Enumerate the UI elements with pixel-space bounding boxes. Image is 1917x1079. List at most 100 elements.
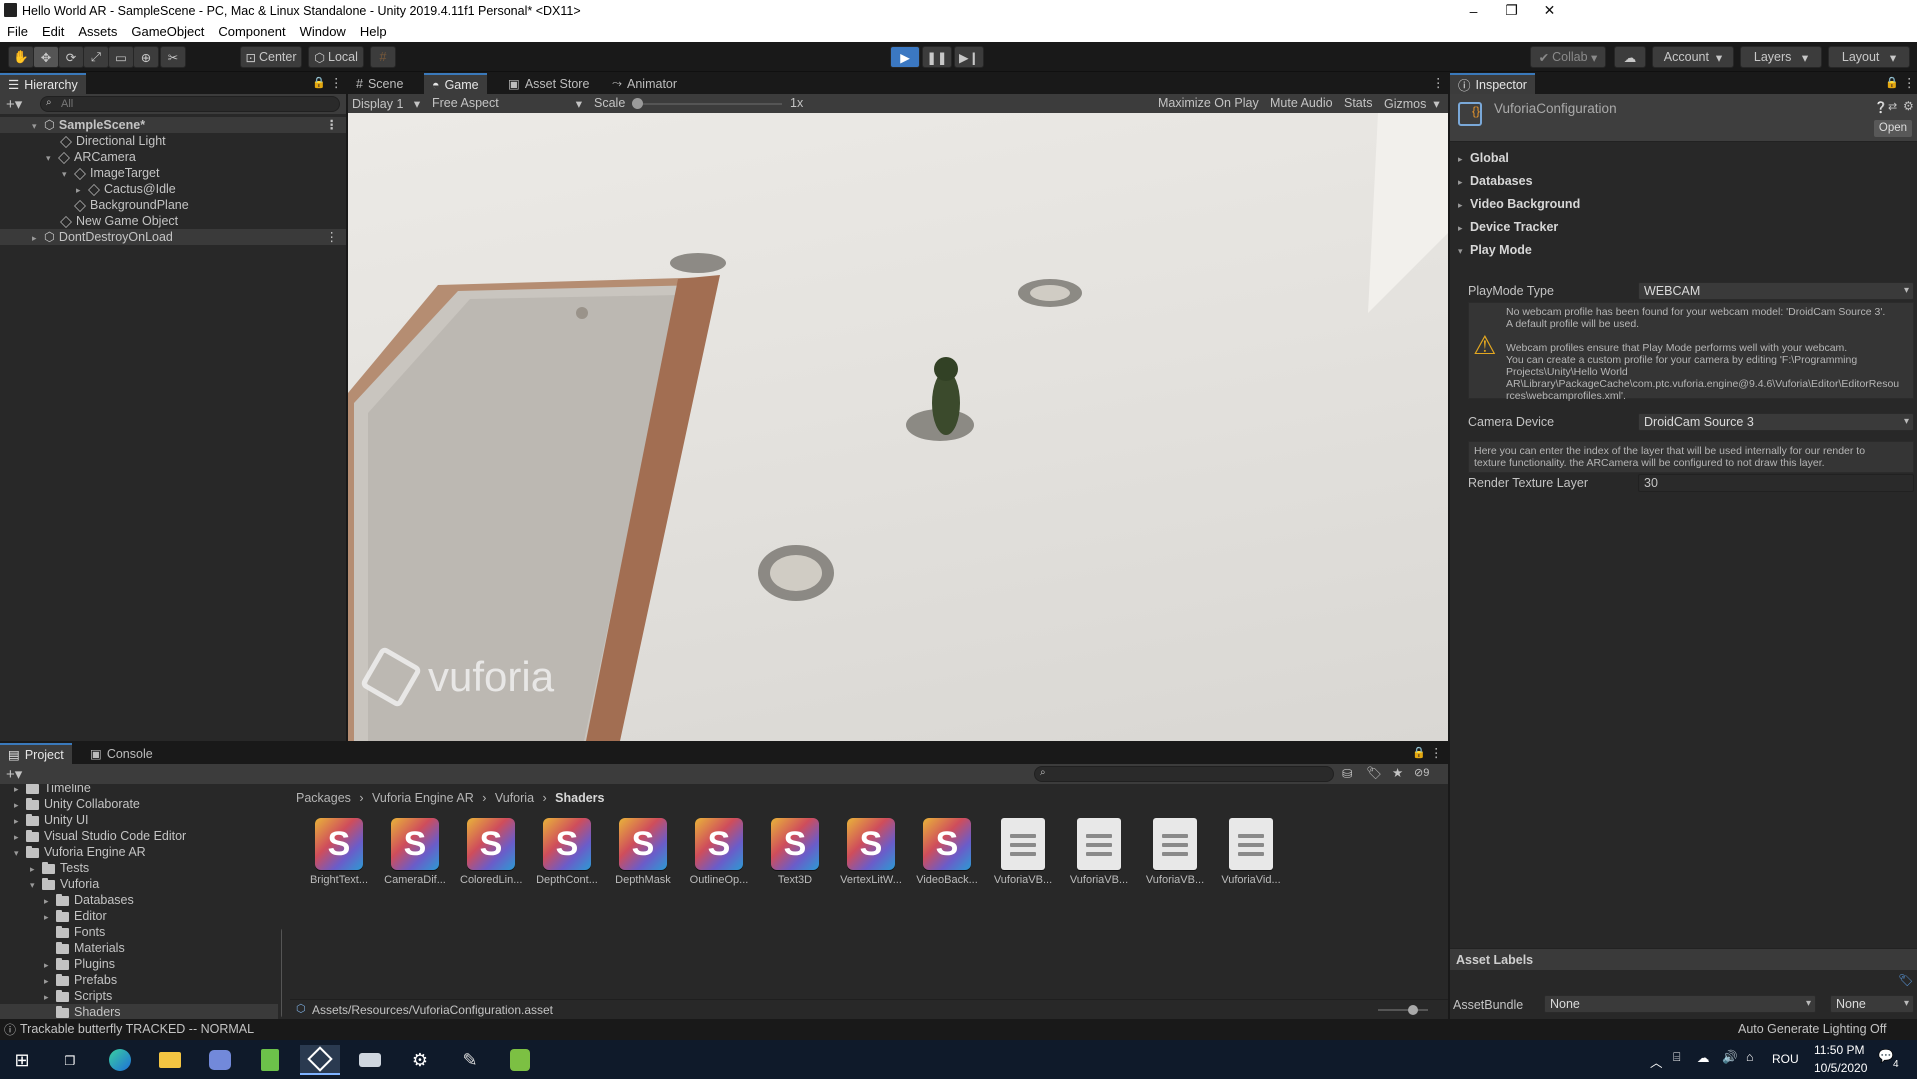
playmode-type-dropdown[interactable]: WEBCAM	[1638, 282, 1914, 300]
rotate-tool-icon[interactable]: ⟳	[58, 46, 84, 68]
gizmos-dropdown[interactable]: Gizmos ▾	[1384, 96, 1440, 111]
settings-icon[interactable]: ⚙	[1903, 99, 1914, 113]
favorite-icon[interactable]: ★	[1392, 765, 1403, 780]
asset-vertexlitw[interactable]: S VertexLitW...	[840, 818, 902, 886]
lock-icon[interactable]: 🔒	[312, 76, 326, 89]
menu-edit[interactable]: Edit	[35, 24, 71, 39]
tag-icon[interactable]: 🏷	[1898, 973, 1913, 987]
tab-game[interactable]: ◓ Game	[424, 73, 487, 94]
layers-button[interactable]: Layers ▾	[1740, 46, 1822, 68]
hierarchy-search-input[interactable]: ⌕ All	[40, 96, 340, 112]
scale-slider[interactable]	[632, 98, 782, 109]
breadcrumb-shaders[interactable]: Shaders	[555, 791, 604, 805]
add-icon[interactable]: +▾	[6, 765, 22, 783]
move-tool-icon[interactable]: ✥	[33, 46, 59, 68]
assetbundle-variant-dropdown[interactable]: None	[1830, 995, 1914, 1013]
breadcrumb-vuforia[interactable]: Vuforia	[495, 791, 534, 805]
volume-icon[interactable]: 🔊	[1722, 1050, 1738, 1065]
step-button[interactable]: ▶❙	[954, 46, 984, 68]
custom-tool-icon[interactable]: ✂	[160, 46, 186, 68]
rect-tool-icon[interactable]: ▭	[108, 46, 134, 68]
section-play-mode[interactable]: ▾ Play Mode	[1458, 243, 1532, 257]
tree-item-databases[interactable]: ▸ Databases	[44, 892, 134, 908]
asset-videoback[interactable]: S VideoBack...	[916, 818, 978, 886]
discord-icon[interactable]	[200, 1045, 240, 1075]
account-button[interactable]: Account ▾	[1652, 46, 1734, 68]
tree-item-vuforia-engine-ar[interactable]: ▾ Vuforia Engine AR	[14, 844, 146, 860]
language-indicator[interactable]: ROU	[1772, 1052, 1799, 1066]
pivot-center-button[interactable]: ⊡ Center	[240, 46, 302, 68]
hierarchy-item-cactus[interactable]: ▸ Cactus@Idle	[76, 181, 176, 197]
edge-icon[interactable]	[100, 1045, 140, 1075]
aspect-dropdown[interactable]: Free Aspect ▾	[432, 96, 582, 111]
close-button[interactable]: ✕	[1527, 0, 1572, 21]
section-databases[interactable]: ▸ Databases	[1458, 174, 1533, 188]
open-button[interactable]: Open	[1874, 120, 1912, 137]
stats-toggle[interactable]: Stats	[1344, 96, 1373, 110]
transform-tool-icon[interactable]: ⊕	[133, 46, 159, 68]
icon-size-slider[interactable]	[1378, 1005, 1428, 1015]
tree-item-unity-collaborate[interactable]: ▸ Unity Collaborate	[14, 796, 140, 812]
menu-window[interactable]: Window	[293, 24, 353, 39]
lock-icon[interactable]: 🔒	[1885, 76, 1899, 89]
tab-project[interactable]: ▤ Project	[0, 743, 72, 764]
play-button[interactable]: ▶	[890, 46, 920, 68]
camera-device-dropdown[interactable]: DroidCam Source 3	[1638, 413, 1914, 431]
project-search-input[interactable]: ⌕	[1034, 766, 1334, 782]
game-view[interactable]: vuforia	[348, 113, 1448, 741]
tab-hierarchy[interactable]: ☰ Hierarchy	[0, 73, 86, 94]
tree-item-materials[interactable]: Materials	[56, 940, 125, 956]
asset-brighttext[interactable]: S BrightText...	[308, 818, 370, 886]
windows-start-icon[interactable]: ⊞	[2, 1045, 42, 1075]
mute-audio-toggle[interactable]: Mute Audio	[1270, 96, 1333, 110]
asset-depthcont[interactable]: S DepthCont...	[536, 818, 598, 886]
tree-item-timeline[interactable]: ▸ Timeline	[14, 784, 91, 796]
scale-tool-icon[interactable]: ⤢	[83, 46, 109, 68]
notification-icon[interactable]: 💬	[1878, 1049, 1894, 1064]
asset-text3d[interactable]: S Text3D	[764, 818, 826, 886]
tree-scrollbar[interactable]	[280, 788, 282, 1018]
asset-coloredlin[interactable]: S ColoredLin...	[460, 818, 522, 886]
layout-button[interactable]: Layout ▾	[1828, 46, 1910, 68]
slider-thumb[interactable]	[1408, 1005, 1418, 1015]
tab-console[interactable]: ▣ Console	[82, 743, 161, 764]
tree-item-scripts[interactable]: ▸ Scripts	[44, 988, 112, 1004]
status-message[interactable]: Trackable butterfly TRACKED -- NORMAL	[20, 1022, 254, 1036]
help-icon[interactable]: ❔	[1874, 101, 1888, 114]
slider-thumb[interactable]	[632, 98, 643, 109]
asset-vuforiavb-1[interactable]: VuforiaVB...	[992, 818, 1054, 886]
menu-assets[interactable]: Assets	[71, 24, 124, 39]
unity-taskbar-icon[interactable]	[300, 1045, 340, 1075]
unity-hub-icon[interactable]	[350, 1045, 390, 1075]
hierarchy-item-samplescene[interactable]: ▾ ⬡ SampleScene* ⋮	[0, 117, 346, 133]
maximize-on-play-toggle[interactable]: Maximize On Play	[1158, 96, 1259, 110]
hierarchy-item-dontdestroyonload[interactable]: ▸ ⬡ DontDestroyOnLoad ⋮	[0, 229, 346, 245]
hand-tool-icon[interactable]: ✋	[8, 46, 34, 68]
wifi-icon[interactable]: ⌂	[1746, 1050, 1754, 1064]
grid-snap-icon[interactable]: #	[370, 46, 396, 68]
preset-icon[interactable]: ⇄	[1888, 100, 1897, 113]
hierarchy-item-backgroundplane[interactable]: BackgroundPlane	[74, 197, 189, 213]
clock-time[interactable]: 11:50 PM	[1814, 1043, 1864, 1057]
section-global[interactable]: ▸ Global	[1458, 151, 1509, 165]
clock-date[interactable]: 10/5/2020	[1814, 1061, 1867, 1075]
hierarchy-item-directional-light[interactable]: Directional Light	[60, 133, 166, 149]
kebab-menu-icon[interactable]: ⋮	[326, 117, 339, 133]
asset-vuforiavb-3[interactable]: VuforiaVB...	[1144, 818, 1206, 886]
hierarchy-item-imagetarget[interactable]: ▾ ImageTarget	[62, 165, 159, 181]
tree-item-unity-ui[interactable]: ▸ Unity UI	[14, 812, 88, 828]
search-by-label-icon[interactable]: 🏷	[1366, 766, 1382, 781]
lock-icon[interactable]: 🔒	[1412, 746, 1426, 759]
tree-item-editor[interactable]: ▸ Editor	[44, 908, 107, 924]
asset-vuforiavid[interactable]: VuforiaVid...	[1220, 818, 1282, 886]
tree-item-vscode-editor[interactable]: ▸ Visual Studio Code Editor	[14, 828, 186, 844]
tab-scene[interactable]: # Scene	[348, 73, 411, 94]
breadcrumb-packages[interactable]: Packages	[296, 791, 351, 805]
task-view-icon[interactable]: ❐	[50, 1045, 90, 1075]
pause-button[interactable]: ❚❚	[922, 46, 952, 68]
menu-gameobject[interactable]: GameObject	[124, 24, 211, 39]
search-by-type-icon[interactable]: ⛁	[1342, 766, 1352, 781]
tree-item-fonts[interactable]: Fonts	[56, 924, 105, 940]
chevron-up-icon[interactable]: ︿	[1650, 1052, 1663, 1071]
kebab-menu-icon[interactable]: ⋮	[1903, 75, 1916, 90]
